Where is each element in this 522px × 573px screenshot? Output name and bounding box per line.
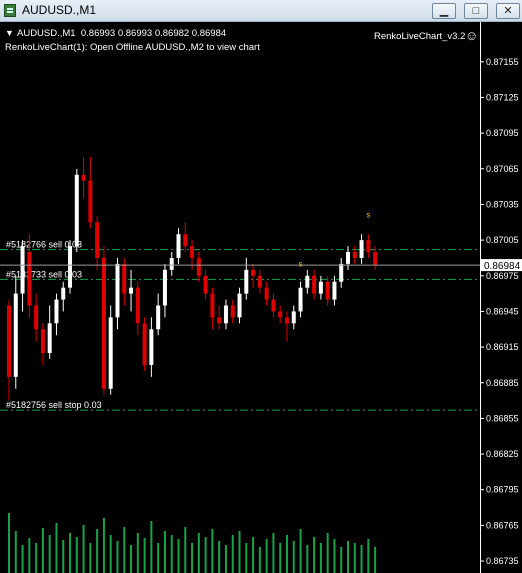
- chart-background: [0, 22, 522, 573]
- candle-body: [7, 305, 11, 377]
- candle-body: [122, 263, 127, 294]
- price-tick-label: 0.86735: [486, 556, 519, 566]
- candle-body: [88, 180, 93, 223]
- candle-body: [312, 275, 317, 294]
- candle-body: [196, 257, 201, 276]
- price-tick-label: 0.86765: [486, 520, 519, 530]
- price-tick-label: 0.87005: [486, 235, 519, 245]
- candle-body: [156, 305, 161, 330]
- candle-body: [101, 257, 106, 389]
- candle-body: [47, 323, 52, 354]
- price-axis[interactable]: 0.87155 0.87125 0.87095 0.87065 0.87035 0.870…: [480, 57, 519, 566]
- candle-body: [81, 174, 86, 181]
- close-button[interactable]: ✕: [496, 3, 520, 19]
- candle-body: [74, 174, 79, 247]
- price-tick-label: 0.87035: [486, 199, 519, 209]
- candle-body: [264, 287, 269, 300]
- price-tick-label: 0.86945: [486, 306, 519, 316]
- candle-body: [27, 252, 32, 306]
- candle-body: [176, 234, 181, 258]
- candle-body: [318, 281, 323, 294]
- candle-body: [291, 311, 296, 324]
- candle-body: [352, 252, 357, 258]
- candle-body: [142, 323, 147, 365]
- price-tick-label: 0.86855: [486, 413, 519, 423]
- candle-body: [210, 293, 215, 318]
- candle-body: [223, 305, 228, 324]
- candle-body: [298, 287, 303, 312]
- candle-body: [54, 299, 59, 324]
- candle-body: [305, 275, 310, 288]
- price-tick-label: 0.86975: [486, 271, 519, 281]
- restore-button[interactable]: □: [464, 3, 488, 19]
- candle-body: [332, 281, 337, 300]
- price-tick-label: 0.87065: [486, 164, 519, 174]
- symbol-info-line: AUDUSD.,M1 0.86993 0.86993 0.86982 0.869…: [17, 28, 226, 39]
- chart-window-icon: [4, 4, 16, 17]
- candle-body: [325, 281, 330, 300]
- price-tick-label: 0.86885: [486, 378, 519, 388]
- candle-body: [271, 299, 276, 312]
- price-tick-label: 0.86915: [486, 342, 519, 352]
- dropdown-arrow-icon[interactable]: ▼: [5, 28, 14, 38]
- price-tick-label: 0.86795: [486, 485, 519, 495]
- order-label: #5182756 sell stop 0.03: [6, 400, 102, 410]
- title-bar: AUDUSD.,M1 ▁ □ ✕: [0, 0, 522, 22]
- candle-body: [366, 240, 371, 253]
- indicator-name: RenkoLiveChart_v3.2: [374, 31, 465, 42]
- candle-body: [183, 234, 188, 247]
- candle-body: [346, 252, 350, 264]
- candle-body: [359, 240, 364, 258]
- candle-body: [373, 252, 378, 266]
- candle-body: [40, 329, 45, 354]
- candle-body: [135, 287, 140, 324]
- candle-body: [108, 317, 113, 389]
- candle-body: [339, 263, 344, 282]
- candle-body: [34, 305, 39, 330]
- candle-body: [257, 275, 262, 288]
- candle-body: [20, 246, 25, 294]
- signal-marker: s: [299, 259, 303, 268]
- candle-body: [95, 222, 100, 258]
- price-tick-label: 0.86825: [486, 449, 519, 459]
- price-tick-label: 0.87155: [486, 57, 519, 67]
- candle-body: [190, 246, 195, 258]
- candle-body: [203, 275, 208, 294]
- candle-body: [169, 257, 174, 270]
- candle-body: [244, 269, 249, 294]
- current-price-tag: 0.86984: [481, 259, 522, 272]
- candle-body: [251, 269, 256, 276]
- signal-marker: s: [366, 211, 370, 220]
- candle-body: [129, 287, 134, 294]
- candle-body: [115, 263, 120, 318]
- candle-body: [162, 269, 167, 306]
- price-chart[interactable]: #5182766 sell 0.03#5182733 sell 0.03#518…: [0, 22, 522, 573]
- candle-body: [217, 317, 222, 324]
- candle-body: [237, 293, 242, 318]
- smiley-icon[interactable]: ☺: [465, 28, 478, 43]
- candle-body: [284, 317, 289, 324]
- indicator-status-line: RenkoLiveChart(1): Open Offline AUDUSD.,…: [5, 42, 260, 53]
- candle-body: [149, 329, 154, 365]
- candle-body: [230, 305, 235, 318]
- current-price-label: 0.86984: [484, 261, 521, 272]
- candle-body: [61, 287, 66, 300]
- price-tick-label: 0.87125: [486, 92, 519, 102]
- window-title: AUDUSD.,M1: [22, 3, 97, 17]
- candle-body: [13, 293, 18, 377]
- candle-body: [68, 246, 73, 288]
- candle-body: [278, 311, 283, 318]
- minimize-button[interactable]: ▁: [432, 3, 456, 19]
- price-tick-label: 0.87095: [486, 128, 519, 138]
